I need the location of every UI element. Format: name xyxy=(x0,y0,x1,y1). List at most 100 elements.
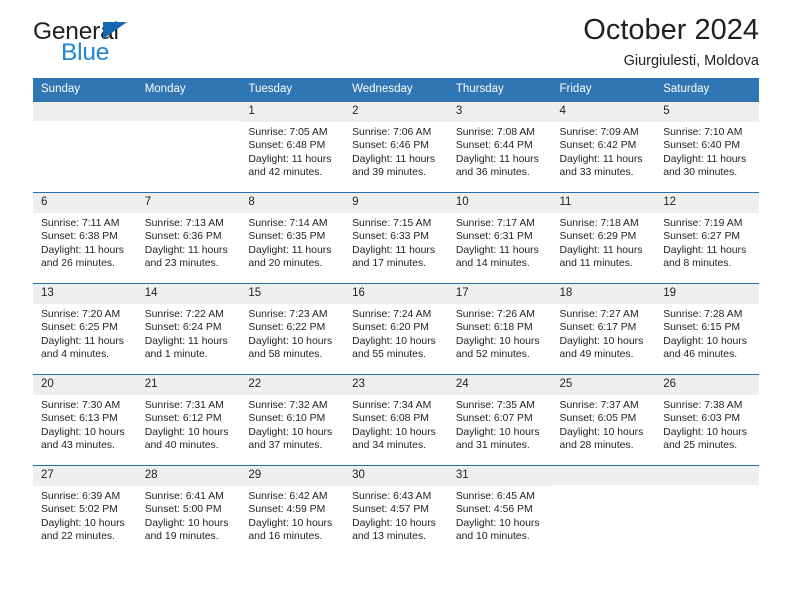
weekday-header-row: Sunday Monday Tuesday Wednesday Thursday… xyxy=(33,78,759,102)
day-number: 14 xyxy=(136,284,241,304)
calendar-day-cell[interactable]: 7 Sunrise: 7:13 AM Sunset: 6:36 PM Daylight… xyxy=(136,192,241,284)
calendar-day-cell[interactable]: 28 Sunrise: 6:41 AM Sunset: 5:00 PM Dayligh… xyxy=(136,465,241,556)
sunset-time: Sunset: 6:40 PM xyxy=(663,140,741,152)
daylight-duration-line2: and 58 minutes. xyxy=(248,349,323,361)
calendar-day-cell[interactable]: 4 Sunrise: 7:09 AM Sunset: 6:42 PM Daylight… xyxy=(551,101,656,193)
weekday-header-wednesday: Wednesday xyxy=(344,78,448,102)
day-details: Sunrise: 6:39 AM Sunset: 5:02 PM Daylight:… xyxy=(33,486,137,544)
sunrise-time: Sunrise: 7:11 AM xyxy=(41,218,120,229)
calendar-day-cell[interactable]: 31 Sunrise: 6:45 AM Sunset: 4:56 PM Dayligh… xyxy=(447,465,552,556)
calendar-day-cell[interactable]: 13 Sunrise: 7:20 AM Sunset: 6:25 PM Dayligh… xyxy=(33,283,137,375)
day-details: Sunrise: 7:23 AM Sunset: 6:22 PM Daylight:… xyxy=(240,304,344,362)
day-details: Sunrise: 7:17 AM Sunset: 6:31 PM Daylight:… xyxy=(448,213,552,271)
day-number: 8 xyxy=(240,193,345,213)
calendar-day-cell[interactable]: 6 Sunrise: 7:11 AM Sunset: 6:38 PM Daylight… xyxy=(33,192,137,284)
day-number: 24 xyxy=(447,375,552,395)
sunrise-time: Sunrise: 7:34 AM xyxy=(352,400,432,411)
day-number: 12 xyxy=(655,193,759,213)
weekday-header-sunday: Sunday xyxy=(33,78,137,102)
calendar-day-cell[interactable]: 15 Sunrise: 7:23 AM Sunset: 6:22 PM Dayligh… xyxy=(240,283,345,375)
day-details: Sunrise: 7:05 AM Sunset: 6:48 PM Daylight:… xyxy=(240,122,344,180)
daylight-duration-line1: Daylight: 11 hours xyxy=(41,244,124,256)
daylight-duration-line2: and 26 minutes. xyxy=(41,258,115,270)
day-details: Sunrise: 7:24 AM Sunset: 6:20 PM Daylight:… xyxy=(344,304,448,362)
daylight-duration-line2: and 11 minutes. xyxy=(559,258,633,270)
calendar-day-cell[interactable]: 24 Sunrise: 7:35 AM Sunset: 6:07 PM Dayligh… xyxy=(447,374,552,466)
day-number: 31 xyxy=(447,466,552,486)
calendar-day-cell[interactable]: 22 Sunrise: 7:32 AM Sunset: 6:10 PM Dayligh… xyxy=(240,374,345,466)
calendar-week-row: 6 Sunrise: 7:11 AM Sunset: 6:38 PM Daylight… xyxy=(33,192,759,284)
calendar-day-cell[interactable]: 1 Sunrise: 7:05 AM Sunset: 6:48 PM Daylight… xyxy=(240,101,345,193)
calendar-day-cell[interactable]: 10 Sunrise: 7:17 AM Sunset: 6:31 PM Dayligh… xyxy=(447,192,552,284)
sunset-time: Sunset: 4:59 PM xyxy=(248,504,326,516)
sunset-time: Sunset: 6:48 PM xyxy=(248,140,326,152)
calendar-day-cell[interactable]: 2 Sunrise: 7:06 AM Sunset: 6:46 PM Daylight… xyxy=(344,101,448,193)
calendar-day-cell[interactable]: 14 Sunrise: 7:22 AM Sunset: 6:24 PM Dayligh… xyxy=(136,283,241,375)
daylight-duration-line1: Daylight: 11 hours xyxy=(663,153,747,165)
sunrise-time: Sunrise: 7:09 AM xyxy=(559,127,639,138)
sunset-time: Sunset: 6:25 PM xyxy=(41,322,118,334)
calendar-day-cell[interactable]: 17 Sunrise: 7:26 AM Sunset: 6:18 PM Dayligh… xyxy=(447,283,552,375)
calendar-day-cell[interactable]: 12 Sunrise: 7:19 AM Sunset: 6:27 PM Dayligh… xyxy=(655,192,759,284)
daylight-duration-line2: and 43 minutes. xyxy=(41,440,115,452)
sunset-time: Sunset: 6:35 PM xyxy=(248,231,326,243)
day-details: Sunrise: 6:41 AM Sunset: 5:00 PM Daylight:… xyxy=(137,486,241,544)
day-number: 19 xyxy=(655,284,759,304)
calendar-day-cell[interactable]: 11 Sunrise: 7:18 AM Sunset: 6:29 PM Dayligh… xyxy=(551,192,656,284)
sunrise-time: Sunrise: 7:37 AM xyxy=(559,400,639,411)
calendar-day-cell[interactable]: 16 Sunrise: 7:24 AM Sunset: 6:20 PM Dayligh… xyxy=(344,283,448,375)
daylight-duration-line2: and 46 minutes. xyxy=(663,349,738,361)
sunset-time: Sunset: 6:24 PM xyxy=(144,322,222,334)
calendar-day-cell[interactable]: 30 Sunrise: 6:43 AM Sunset: 4:57 PM Dayligh… xyxy=(344,465,448,556)
page-title: October 2024 xyxy=(583,14,759,46)
sunset-time: Sunset: 6:10 PM xyxy=(248,413,326,425)
sunrise-sunset-calendar: Sunday Monday Tuesday Wednesday Thursday… xyxy=(33,78,759,556)
calendar-day-cell[interactable]: 19 Sunrise: 7:28 AM Sunset: 6:15 PM Dayligh… xyxy=(655,283,759,375)
daylight-duration-line2: and 23 minutes. xyxy=(144,258,219,270)
day-number: 2 xyxy=(344,102,448,122)
calendar-day-cell[interactable]: 27 Sunrise: 6:39 AM Sunset: 5:02 PM Dayligh… xyxy=(33,465,137,556)
calendar-day-cell[interactable]: 26 Sunrise: 7:38 AM Sunset: 6:03 PM Dayligh… xyxy=(655,374,759,466)
day-number: 10 xyxy=(447,193,552,213)
calendar-day-cell[interactable]: 25 Sunrise: 7:37 AM Sunset: 6:05 PM Dayligh… xyxy=(551,374,656,466)
day-details: Sunrise: 6:42 AM Sunset: 4:59 PM Daylight:… xyxy=(240,486,344,544)
day-details: Sunrise: 7:14 AM Sunset: 6:35 PM Daylight:… xyxy=(240,213,344,271)
calendar-day-cell[interactable]: 9 Sunrise: 7:15 AM Sunset: 6:33 PM Daylight… xyxy=(344,192,448,284)
calendar-day-cell[interactable]: 18 Sunrise: 7:27 AM Sunset: 6:17 PM Dayligh… xyxy=(551,283,656,375)
calendar-head: Sunday Monday Tuesday Wednesday Thursday… xyxy=(33,78,759,102)
calendar-day-cell[interactable]: 3 Sunrise: 7:08 AM Sunset: 6:44 PM Daylight… xyxy=(447,101,552,193)
daylight-duration-line2: and 13 minutes. xyxy=(352,531,427,543)
daylight-duration-line2: and 25 minutes. xyxy=(663,440,738,452)
day-number: 30 xyxy=(344,466,448,486)
page-subtitle: Giurgiulesti, Moldova xyxy=(623,53,759,69)
day-number: 6 xyxy=(33,193,137,213)
calendar-week-row: 20 Sunrise: 7:30 AM Sunset: 6:13 PM Dayligh… xyxy=(33,374,759,466)
sunset-time: Sunset: 4:57 PM xyxy=(352,504,429,516)
daylight-duration-line1: Daylight: 10 hours xyxy=(455,426,540,438)
calendar-day-cell[interactable]: 20 Sunrise: 7:30 AM Sunset: 6:13 PM Dayligh… xyxy=(33,374,137,466)
day-number: 20 xyxy=(33,375,137,395)
day-number xyxy=(33,102,137,121)
calendar-day-cell[interactable]: 8 Sunrise: 7:14 AM Sunset: 6:35 PM Daylight… xyxy=(240,192,345,284)
sunset-time: Sunset: 4:56 PM xyxy=(455,504,533,516)
daylight-duration-line1: Daylight: 10 hours xyxy=(144,517,229,529)
day-details: Sunrise: 7:28 AM Sunset: 6:15 PM Daylight:… xyxy=(655,304,759,362)
calendar-day-cell[interactable]: 29 Sunrise: 6:42 AM Sunset: 4:59 PM Dayligh… xyxy=(240,465,345,556)
day-number xyxy=(551,466,656,485)
day-number: 27 xyxy=(33,466,137,486)
daylight-duration-line2: and 4 minutes. xyxy=(41,349,110,361)
sunset-time: Sunset: 6:07 PM xyxy=(455,413,533,425)
calendar-day-cell-empty xyxy=(551,465,656,556)
sunrise-time: Sunrise: 6:45 AM xyxy=(455,491,535,502)
daylight-duration-line1: Daylight: 11 hours xyxy=(455,153,539,165)
calendar-day-cell[interactable]: 5 Sunrise: 7:10 AM Sunset: 6:40 PM Daylight… xyxy=(655,101,759,193)
daylight-duration-line2: and 30 minutes. xyxy=(663,167,738,179)
calendar-day-cell[interactable]: 21 Sunrise: 7:31 AM Sunset: 6:12 PM Dayligh… xyxy=(136,374,241,466)
sunrise-time: Sunrise: 7:18 AM xyxy=(559,218,639,229)
calendar-day-cell[interactable]: 23 Sunrise: 7:34 AM Sunset: 6:08 PM Dayligh… xyxy=(344,374,448,466)
daylight-duration-line1: Daylight: 11 hours xyxy=(352,244,436,256)
day-details: Sunrise: 7:08 AM Sunset: 6:44 PM Daylight:… xyxy=(448,122,552,180)
day-number: 22 xyxy=(240,375,345,395)
sunset-time: Sunset: 6:12 PM xyxy=(144,413,222,425)
daylight-duration-line2: and 19 minutes. xyxy=(144,531,219,543)
